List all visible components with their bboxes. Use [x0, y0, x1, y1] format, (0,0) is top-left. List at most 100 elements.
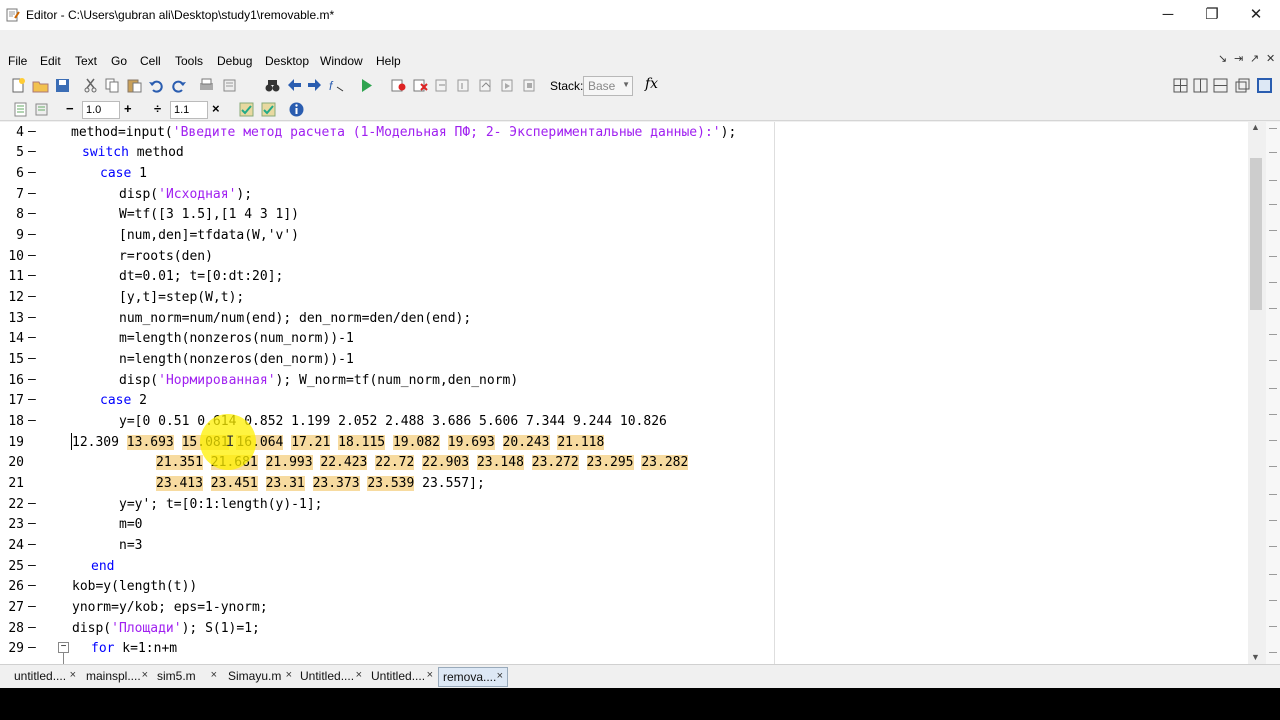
tab-sim5[interactable]: sim5.m × [153, 667, 221, 687]
cell-value-field-2[interactable]: 1.1 [170, 101, 208, 119]
line-marker[interactable]: – [28, 372, 36, 387]
line-marker[interactable]: – [28, 165, 36, 180]
exit-debug-icon[interactable] [522, 77, 539, 94]
divide-button[interactable]: ÷ [154, 101, 161, 116]
code-editor[interactable]: 4 – method=input('Введите метод расчета … [0, 122, 1248, 664]
minimize-button[interactable]: ─ [1146, 0, 1190, 30]
step-in-icon[interactable] [456, 77, 473, 94]
left-right-layout-icon[interactable] [1192, 77, 1209, 94]
open-folder-icon[interactable] [32, 77, 49, 94]
tab-removable[interactable]: remova.... × [438, 667, 508, 687]
multiply-button[interactable]: × [212, 101, 220, 116]
info-icon[interactable] [288, 101, 305, 118]
forward-arrow-icon[interactable] [306, 77, 323, 94]
line-marker[interactable]: – [28, 558, 36, 573]
line-marker[interactable]: – [28, 413, 36, 428]
top-bottom-layout-icon[interactable] [1212, 77, 1229, 94]
scroll-down-icon[interactable]: ▼ [1251, 652, 1260, 662]
tab-mainspl[interactable]: mainspl.... × [82, 667, 152, 687]
redo-icon[interactable] [170, 77, 187, 94]
close-window-button[interactable]: ✕ [1234, 0, 1278, 30]
decrement-button[interactable]: − [66, 101, 74, 116]
step-out-icon[interactable] [478, 77, 495, 94]
cell-value-field-1[interactable]: 1.0 [82, 101, 120, 119]
dock-icon[interactable]: ⇥ [1234, 52, 1243, 65]
tab-close-icon[interactable]: × [497, 670, 503, 682]
tab-close-icon[interactable]: × [211, 669, 217, 681]
tab-close-icon[interactable]: × [356, 669, 362, 681]
back-arrow-icon[interactable] [286, 77, 303, 94]
menu-text[interactable]: Text [75, 54, 97, 68]
tab-close-icon[interactable]: × [70, 669, 76, 681]
new-file-icon[interactable] [10, 77, 27, 94]
menu-desktop[interactable]: Desktop [265, 54, 309, 68]
tab-close-icon[interactable]: × [427, 669, 433, 681]
line-marker[interactable]: – [28, 289, 36, 304]
print-icon[interactable] [198, 77, 215, 94]
line-marker[interactable]: – [28, 248, 36, 263]
fold-collapse-icon[interactable]: − [58, 642, 69, 653]
set-breakpoint-icon[interactable] [390, 77, 407, 94]
binoculars-icon[interactable] [264, 77, 281, 94]
maximize-doc-icon[interactable]: ↗ [1250, 52, 1259, 65]
line-marker[interactable]: – [28, 578, 36, 593]
line-marker[interactable]: – [28, 227, 36, 242]
menu-help[interactable]: Help [376, 54, 401, 68]
line-marker[interactable]: – [28, 599, 36, 614]
menu-window[interactable]: Window [320, 54, 363, 68]
line-marker[interactable]: – [28, 268, 36, 283]
line-marker[interactable]: – [28, 310, 36, 325]
clear-breakpoints-icon[interactable] [412, 77, 429, 94]
tab-close-icon[interactable]: × [142, 669, 148, 681]
vertical-scrollbar[interactable]: ▲ ▼ [1248, 122, 1264, 664]
fx-icon[interactable]: fx [645, 76, 658, 92]
line-marker[interactable]: – [28, 144, 36, 159]
line-marker[interactable]: – [28, 516, 36, 531]
scroll-up-icon[interactable]: ▲ [1251, 122, 1260, 132]
menu-file[interactable]: File [8, 54, 27, 68]
paste-icon[interactable] [126, 77, 143, 94]
menu-edit[interactable]: Edit [40, 54, 61, 68]
tab-untitled-2[interactable]: Untitled.... × [296, 667, 366, 687]
stack-dropdown[interactable]: Base ▼ [583, 76, 633, 96]
line-marker[interactable]: – [28, 186, 36, 201]
tab-simayu[interactable]: Simayu.m × [224, 667, 296, 687]
save-icon[interactable] [54, 77, 71, 94]
menu-go[interactable]: Go [111, 54, 127, 68]
function-browser-icon[interactable]: f [328, 77, 345, 94]
find-files-icon[interactable] [222, 77, 239, 94]
cell-mode-icon[interactable] [34, 101, 51, 118]
close-doc-icon[interactable]: ✕ [1266, 52, 1275, 65]
menu-debug[interactable]: Debug [217, 54, 252, 68]
line-marker[interactable]: – [28, 351, 36, 366]
undock-icon[interactable]: ↘ [1218, 52, 1227, 65]
evaluate-advance-icon[interactable] [260, 101, 277, 118]
menu-cell[interactable]: Cell [140, 54, 161, 68]
scrollbar-thumb[interactable] [1250, 158, 1262, 310]
line-marker[interactable]: – [28, 206, 36, 221]
menu-tools[interactable]: Tools [175, 54, 203, 68]
line-marker[interactable]: – [28, 496, 36, 511]
restore-button[interactable]: ❐ [1190, 0, 1234, 30]
copy-icon[interactable] [104, 77, 121, 94]
line-marker[interactable]: – [28, 124, 36, 139]
increment-button[interactable]: + [124, 101, 132, 116]
tile-layout-icon[interactable] [1172, 77, 1189, 94]
undo-icon[interactable] [148, 77, 165, 94]
run-icon[interactable] [358, 77, 375, 94]
insert-cell-icon[interactable] [12, 101, 29, 118]
line-marker[interactable]: – [28, 537, 36, 552]
float-layout-icon[interactable] [1234, 77, 1251, 94]
tab-untitled-1[interactable]: untitled.... × [10, 667, 80, 687]
line-marker[interactable]: – [28, 620, 36, 635]
line-marker[interactable]: – [28, 392, 36, 407]
tab-close-icon[interactable]: × [286, 669, 292, 681]
continue-icon[interactable] [500, 77, 517, 94]
cut-icon[interactable] [82, 77, 99, 94]
tab-untitled-3[interactable]: Untitled.... × [367, 667, 437, 687]
maximize-layout-icon[interactable] [1256, 77, 1273, 94]
line-marker[interactable]: – [28, 330, 36, 345]
line-marker[interactable]: – [28, 640, 36, 655]
step-icon[interactable] [434, 77, 451, 94]
evaluate-cell-icon[interactable] [238, 101, 255, 118]
